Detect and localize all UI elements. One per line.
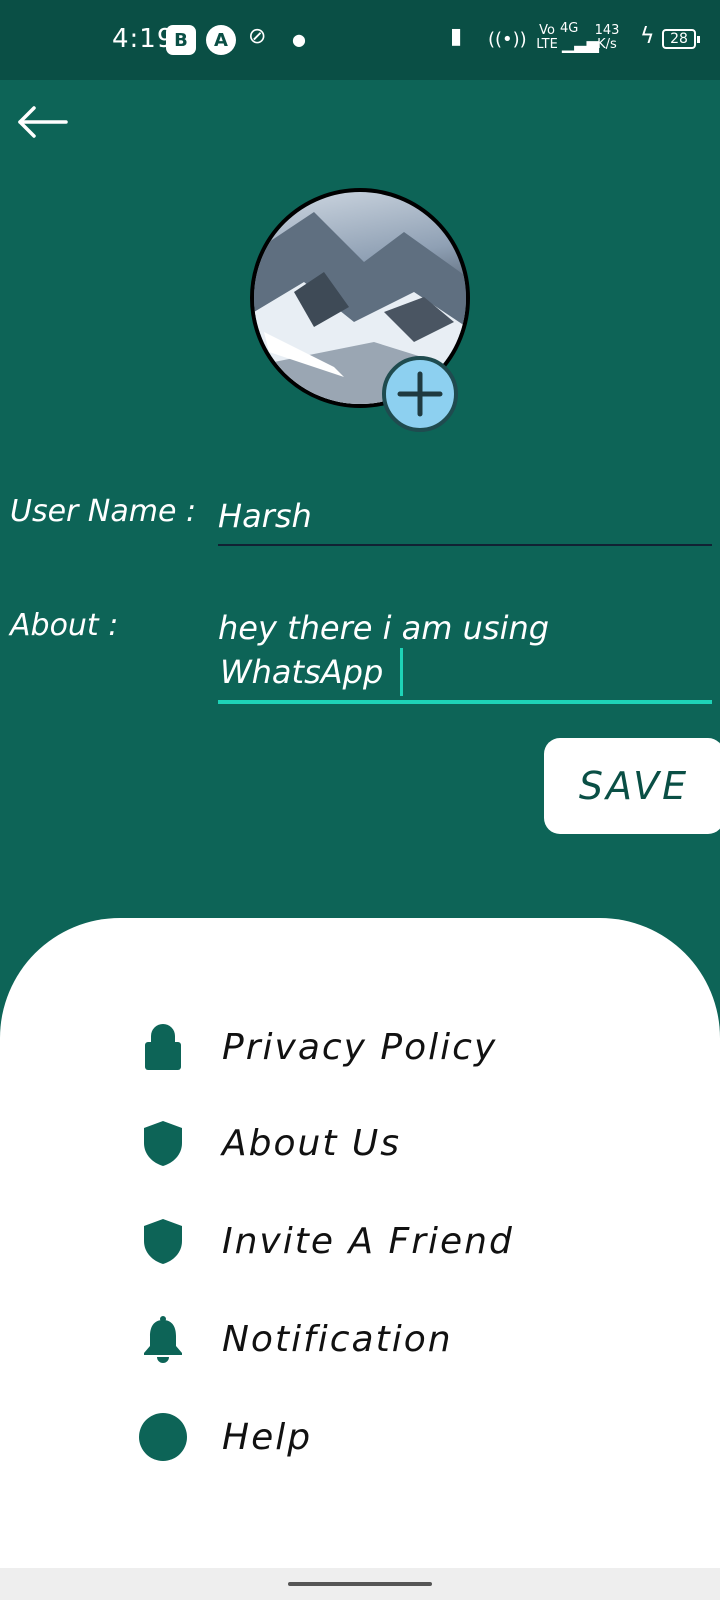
net-speed-unit: K/s xyxy=(597,37,617,52)
menu-label-privacy-policy: Privacy Policy xyxy=(222,1026,498,1068)
hotspot-icon: ((•)) xyxy=(488,29,527,50)
system-nav-bar xyxy=(0,1568,720,1600)
menu-item-privacy-policy[interactable]: Privacy Policy xyxy=(136,1012,616,1082)
about-underline xyxy=(218,700,712,704)
app-a-icon: A xyxy=(206,25,236,55)
battery-indicator: 28 xyxy=(662,29,700,49)
username-label: User Name : xyxy=(10,494,197,529)
status-bar: 4:19 B A ⊘ ● ▮ ((•)) Vo LTE 4G ▁▃▅ 143 K… xyxy=(0,0,720,80)
help-circle-icon xyxy=(136,1410,190,1464)
menu-label-invite-friend: Invite A Friend xyxy=(222,1220,514,1262)
back-arrow-icon xyxy=(18,106,68,138)
app-link-icon: ⊘ xyxy=(248,24,267,49)
add-photo-button[interactable] xyxy=(382,356,458,432)
username-field[interactable]: Harsh xyxy=(218,494,312,538)
menu-item-help[interactable]: Help xyxy=(136,1402,616,1472)
text-cursor xyxy=(400,648,403,696)
home-gesture-handle[interactable] xyxy=(288,1582,432,1586)
charging-icon: ϟ xyxy=(640,24,655,49)
menu-item-invite-friend[interactable]: Invite A Friend xyxy=(136,1206,616,1276)
username-underline xyxy=(218,544,712,546)
menu-label-help: Help xyxy=(222,1416,313,1458)
about-label: About : xyxy=(10,608,119,643)
volte-bottom: LTE xyxy=(536,37,558,52)
profile-photo-area xyxy=(250,188,470,432)
bell-icon xyxy=(136,1312,190,1366)
about-field[interactable]: hey there i am using WhatsApp xyxy=(218,606,712,702)
back-button[interactable] xyxy=(16,100,72,144)
net-speed-value: 143 xyxy=(594,23,620,38)
shield-icon xyxy=(136,1214,190,1268)
plus-icon xyxy=(397,371,443,417)
menu-label-notification: Notification xyxy=(222,1318,453,1360)
lock-icon xyxy=(136,1020,190,1074)
vibrate-icon: ▮ xyxy=(450,24,463,49)
shield-icon xyxy=(136,1116,190,1170)
save-button[interactable]: SAVE xyxy=(544,738,720,834)
volte-label: Vo LTE xyxy=(536,24,558,52)
menu-label-about-us: About Us xyxy=(222,1122,401,1164)
notification-dot-icon: ● xyxy=(292,30,306,49)
menu-item-about-us[interactable]: About Us xyxy=(136,1108,616,1178)
net-speed: 143 K/s xyxy=(592,24,622,52)
app-b-icon: B xyxy=(166,25,196,55)
about-text-line1: hey there i am using xyxy=(218,609,550,647)
volte-top: Vo xyxy=(539,23,555,38)
menu-item-notification[interactable]: Notification xyxy=(136,1304,616,1374)
about-text-line2: WhatsApp xyxy=(220,653,384,691)
